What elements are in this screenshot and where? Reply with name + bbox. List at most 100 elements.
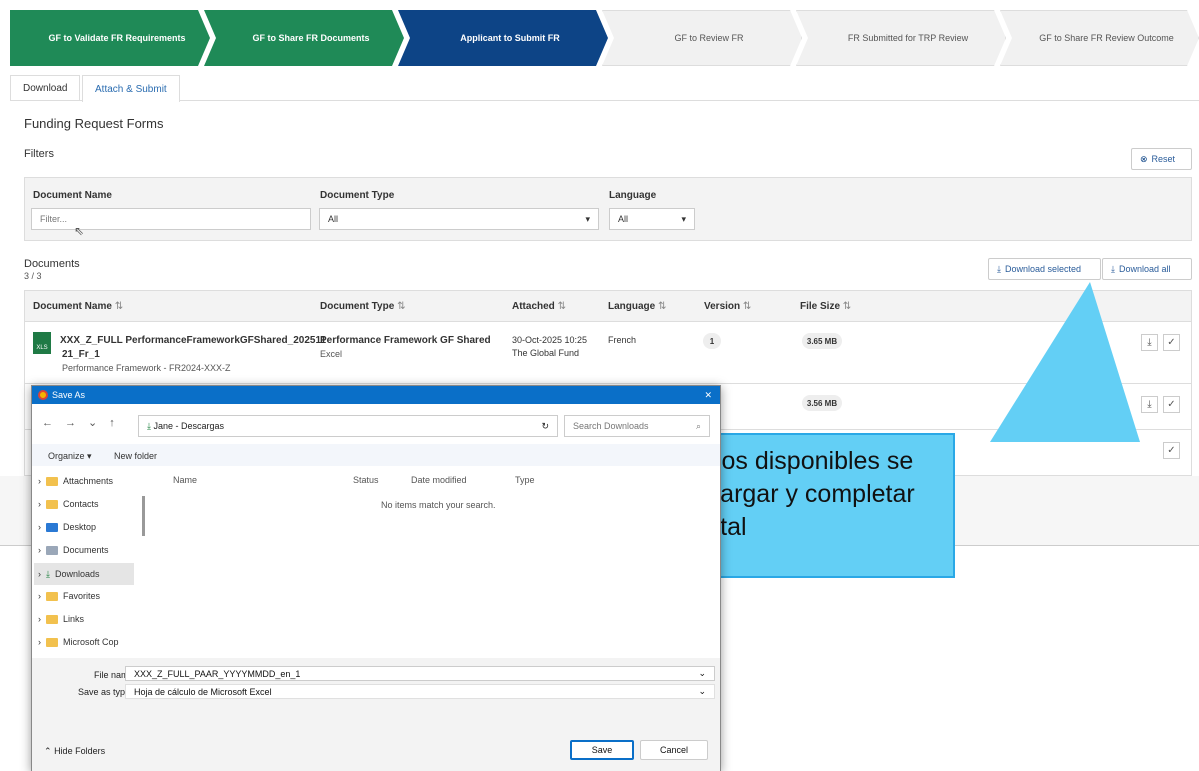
chevron-up-icon: ⌃: [44, 746, 52, 756]
col-language[interactable]: Language ⇅: [608, 301, 666, 312]
row-doc-name-cont[interactable]: 21_Fr_1: [62, 349, 100, 360]
forward-icon[interactable]: →: [65, 417, 76, 429]
save-as-dialog: Save As ✕ ← → ⌄ ↑ ⤓ Jane - Descargas ↻ Search…: [31, 385, 721, 771]
nav-buttons: ← → ⌄ ↑: [42, 416, 115, 430]
nav-item-desktop[interactable]: › Desktop: [38, 522, 96, 532]
col-date-modified[interactable]: Date modified: [411, 475, 467, 485]
reset-button[interactable]: ⊗ Reset: [1131, 148, 1192, 170]
new-folder-button[interactable]: New folder: [114, 451, 157, 461]
nav-item-documents[interactable]: › Documents: [38, 545, 109, 555]
documents-label: Documents: [24, 258, 80, 270]
save-type-select[interactable]: Hoja de cálculo de Microsoft Excel ⌄: [125, 684, 715, 699]
nav-item-microsoft-cop[interactable]: › Microsoft Cop: [38, 637, 119, 647]
filters-label: Filters: [24, 148, 54, 160]
col-file-size[interactable]: File Size ⇅: [800, 301, 851, 312]
file-size-badge: 3.65 MB: [802, 333, 842, 349]
download-selected-label: Download selected: [1004, 264, 1082, 274]
folder-icon: [46, 637, 58, 647]
doc-name-label: Document Name: [33, 190, 112, 201]
chevron-down-icon[interactable]: ⌄: [88, 416, 97, 429]
page-title: Funding Request Forms: [24, 116, 164, 131]
check-icon[interactable]: ✓: [1163, 334, 1180, 351]
col-type[interactable]: Type: [515, 475, 535, 485]
download-all-label: Download all: [1118, 264, 1171, 274]
col-version[interactable]: Version ⇅: [704, 301, 751, 312]
row-attached-by: The Global Fund: [512, 348, 580, 358]
step-share-docs[interactable]: GF to Share FR Documents: [204, 10, 404, 66]
search-input[interactable]: Search Downloads ⌕: [564, 415, 710, 437]
row-doc-type-sub: Excel: [320, 349, 343, 359]
step-gf-review[interactable]: GF to Review FR: [602, 10, 802, 66]
nav-pane: › Attachments › Contacts › Desktop › Documen…: [34, 470, 146, 650]
reset-icon: ⊗: [1140, 153, 1148, 164]
language-select[interactable]: All ▾: [609, 208, 695, 230]
step-label: FR Submitted for TRP Review: [847, 33, 969, 43]
empty-message: No items match your search.: [381, 500, 496, 510]
tabs-divider: [10, 100, 1199, 101]
documents-icon: [46, 545, 58, 555]
col-attached[interactable]: Attached ⇅: [512, 301, 566, 312]
doc-type-select[interactable]: All ▾: [319, 208, 599, 230]
save-button[interactable]: Save: [570, 740, 634, 760]
col-name[interactable]: Name: [173, 475, 197, 485]
search-placeholder: Search Downloads: [573, 421, 649, 431]
download-selected-button[interactable]: ⤓ Download selected: [988, 258, 1101, 280]
step-applicant-submit[interactable]: Applicant to Submit FR: [398, 10, 608, 66]
documents-count: 3 / 3: [24, 271, 42, 281]
step-label: GF to Review FR: [674, 33, 744, 43]
step-label: Applicant to Submit FR: [460, 33, 560, 43]
row-doc-name[interactable]: XXX_Z_FULL PerformanceFrameworkGFShared_…: [60, 335, 326, 346]
language-label: Language: [609, 190, 657, 201]
doc-name-input[interactable]: Filter...: [31, 208, 311, 230]
step-validate[interactable]: GF to Validate FR Requirements: [10, 10, 210, 66]
row-attached-date: 30-Oct-2025 10:25: [512, 335, 588, 345]
doc-type-label: Document Type: [320, 190, 395, 201]
nav-item-attachments[interactable]: › Attachments: [38, 476, 113, 486]
table-row[interactable]: [24, 322, 1192, 384]
download-icon[interactable]: ⤓: [1141, 334, 1158, 351]
up-icon[interactable]: ↑: [109, 417, 115, 429]
save-type-value: Hoja de cálculo de Microsoft Excel: [134, 686, 272, 697]
address-bar[interactable]: ⤓ Jane - Descargas ↻: [138, 415, 558, 437]
step-label: GF to Share FR Documents: [252, 33, 370, 43]
address-path: Jane - Descargas: [153, 420, 225, 431]
file-size-badge: 3.56 MB: [802, 395, 842, 411]
language-value: All: [618, 214, 629, 224]
check-icon[interactable]: ✓: [1163, 442, 1180, 459]
nav-item-links[interactable]: › Links: [38, 614, 84, 624]
step-share-outcome[interactable]: GF to Share FR Review Outcome: [1000, 10, 1199, 66]
check-icon[interactable]: ✓: [1163, 396, 1180, 413]
doc-type-value: All: [328, 214, 339, 224]
app-root: GF to Validate FR Requirements GF to Sha…: [0, 0, 1199, 771]
back-icon[interactable]: ←: [42, 417, 53, 429]
col-status[interactable]: Status: [353, 475, 379, 485]
download-icon[interactable]: ⤓: [1141, 396, 1158, 413]
organize-button[interactable]: Organize ▾: [48, 451, 92, 462]
download-icon: ⤓: [1111, 263, 1115, 274]
step-trp-review[interactable]: FR Submitted for TRP Review: [796, 10, 1006, 66]
close-icon[interactable]: ✕: [704, 390, 712, 401]
refresh-icon[interactable]: ↻: [541, 421, 549, 432]
col-document-name[interactable]: Document Name ⇅: [33, 301, 123, 312]
dialog-titlebar: Save As ✕: [32, 386, 720, 404]
tab-attach-submit[interactable]: Attach & Submit: [82, 75, 180, 102]
cursor-icon: ⇖: [74, 224, 85, 238]
cancel-button[interactable]: Cancel: [640, 740, 708, 760]
search-icon: ⌕: [695, 420, 701, 431]
downloads-icon: ⤓: [147, 420, 151, 431]
chrome-icon: [38, 390, 48, 400]
file-name-input[interactable]: XXX_Z_FULL_PAAR_YYYYMMDD_en_1 ⌄: [125, 666, 715, 681]
hide-folders-button[interactable]: ⌃ Hide Folders: [44, 746, 105, 757]
row-language: French: [608, 335, 637, 345]
tab-download[interactable]: Download: [10, 75, 81, 101]
nav-item-contacts[interactable]: › Contacts: [38, 499, 99, 509]
nav-item-downloads[interactable]: › ⤓ Downloads: [34, 563, 134, 585]
step-label: GF to Validate FR Requirements: [48, 33, 186, 43]
download-all-button[interactable]: ⤓ Download all: [1102, 258, 1192, 280]
nav-item-favorites[interactable]: › Favorites: [38, 591, 100, 601]
download-icon: ⤓: [997, 263, 1001, 274]
nav-scrollbar[interactable]: [142, 496, 145, 536]
chevron-down-icon: ▾: [585, 213, 590, 224]
desktop-icon: [46, 522, 58, 532]
col-document-type[interactable]: Document Type ⇅: [320, 301, 405, 312]
